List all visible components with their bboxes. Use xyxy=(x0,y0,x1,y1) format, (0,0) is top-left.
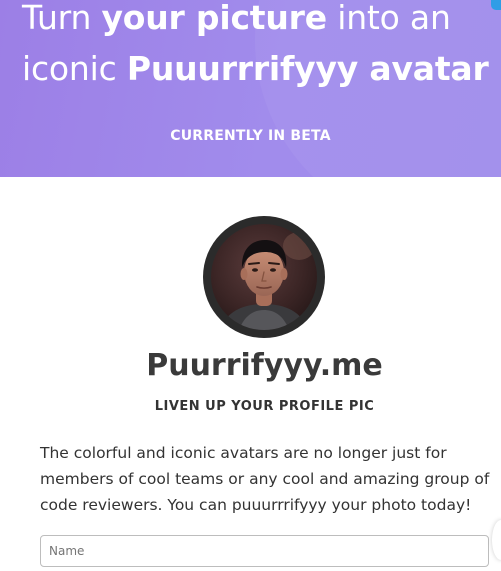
hero-title-text: Turn xyxy=(22,0,102,37)
description-text: The colorful and iconic avatars are no l… xyxy=(40,444,490,514)
hero-title-highlight: Puuurrrifyyy avatar xyxy=(126,49,489,88)
floating-action-button[interactable] xyxy=(492,520,501,560)
tagline: LIVEN UP YOUR PROFILE PIC xyxy=(154,399,375,414)
avatar xyxy=(203,216,325,338)
user-portrait-image xyxy=(211,224,317,330)
hero-title-line-2: iconic Puuurrrifyyy avatar xyxy=(22,49,489,88)
hero-title-text: into an xyxy=(326,0,451,37)
hero-title-highlight: your picture xyxy=(101,0,327,37)
hero-title: Turn your picture into an iconic Puuurrr… xyxy=(22,0,501,94)
hero-title-text: iconic xyxy=(22,49,127,88)
name-input[interactable] xyxy=(40,535,489,567)
hero-banner: Turn your picture into an iconic Puuurrr… xyxy=(0,0,501,177)
site-title: Puurrifyyy.me xyxy=(146,348,383,383)
hero-title-line-1: Turn your picture into an xyxy=(22,0,451,37)
beta-label: CURRENTLY IN BETA xyxy=(170,128,331,144)
